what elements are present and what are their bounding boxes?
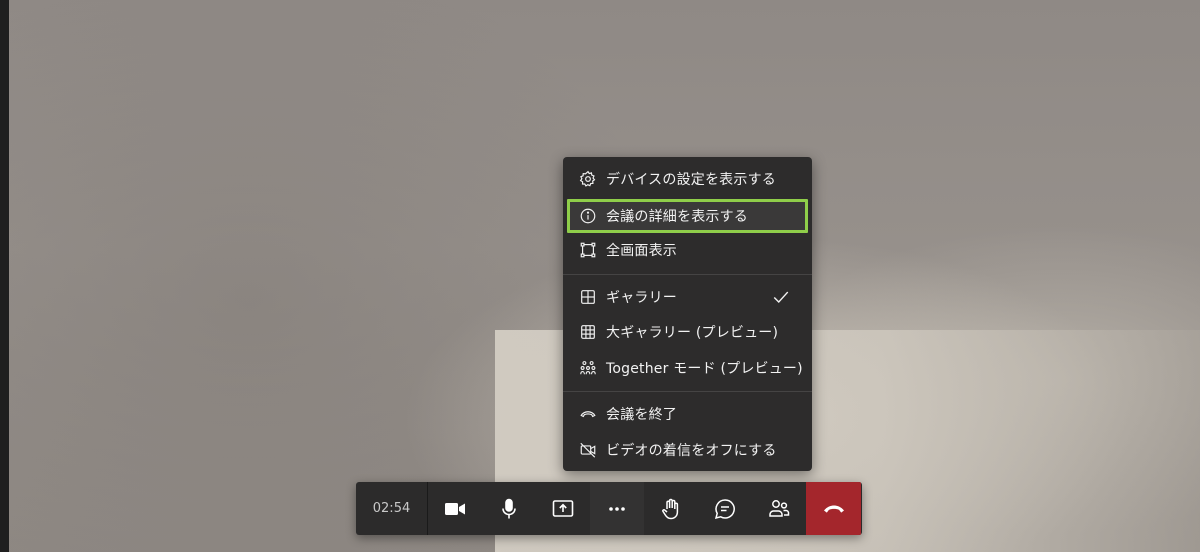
- share-screen-icon: [552, 499, 574, 517]
- menu-item-together-mode[interactable]: Together モード (プレビュー): [563, 351, 812, 385]
- info-icon: [578, 206, 598, 226]
- microphone-button[interactable]: [482, 482, 536, 535]
- menu-item-fullscreen[interactable]: 全画面表示: [563, 233, 812, 267]
- menu-item-label: Together モード (プレビュー): [606, 361, 803, 377]
- share-screen-button[interactable]: [536, 482, 590, 535]
- camera-icon: [445, 502, 465, 515]
- hand-icon: [662, 498, 679, 519]
- menu-item-label: ギャラリー: [606, 290, 677, 306]
- menu-item-gallery[interactable]: ギャラリー: [563, 280, 812, 314]
- menu-item-label: 会議を終了: [606, 407, 677, 423]
- gear-icon: [578, 169, 598, 189]
- menu-item-label: デバイスの設定を表示する: [606, 172, 776, 188]
- camera-button[interactable]: [428, 482, 482, 535]
- chat-button[interactable]: [698, 482, 752, 535]
- menu-item-label: 大ギャラリー (プレビュー): [606, 325, 779, 341]
- menu-divider: [563, 274, 812, 275]
- menu-item-meeting-details[interactable]: 会議の詳細を表示する: [567, 199, 808, 233]
- participants-icon: [769, 499, 790, 517]
- menu-item-label: 会議の詳細を表示する: [606, 209, 748, 225]
- participants-button[interactable]: [752, 482, 806, 535]
- raise-hand-button[interactable]: [644, 482, 698, 535]
- menu-divider: [563, 391, 812, 392]
- fullscreen-icon: [578, 240, 598, 260]
- microphone-icon: [502, 498, 516, 518]
- chat-icon: [714, 498, 735, 519]
- more-options-icon: [609, 506, 625, 511]
- menu-item-label: ビデオの着信をオフにする: [606, 443, 777, 459]
- menu-item-turn-off-incoming-video[interactable]: ビデオの着信をオフにする: [563, 433, 812, 467]
- meeting-toolbar: 02:54: [356, 482, 862, 535]
- checkmark-icon: [773, 291, 789, 303]
- more-options-menu: デバイスの設定を表示する 会議の詳細を表示する 全画面表示 ギャラリー 大ギャラ…: [563, 157, 812, 471]
- menu-item-end-meeting[interactable]: 会議を終了: [563, 397, 812, 431]
- call-timer: 02:54: [356, 482, 428, 535]
- phone-hangup-icon: [823, 505, 844, 513]
- video-off-icon: [578, 440, 598, 460]
- hang-up-button[interactable]: [806, 482, 861, 535]
- end-meeting-icon: [578, 404, 598, 424]
- together-mode-icon: [578, 358, 598, 378]
- large-gallery-icon: [578, 322, 598, 342]
- menu-item-device-settings[interactable]: デバイスの設定を表示する: [563, 162, 812, 196]
- more-options-button[interactable]: [590, 482, 644, 535]
- gallery-icon: [578, 287, 598, 307]
- left-edge: [0, 0, 9, 552]
- menu-item-large-gallery[interactable]: 大ギャラリー (プレビュー): [563, 315, 812, 349]
- menu-item-label: 全画面表示: [606, 243, 677, 259]
